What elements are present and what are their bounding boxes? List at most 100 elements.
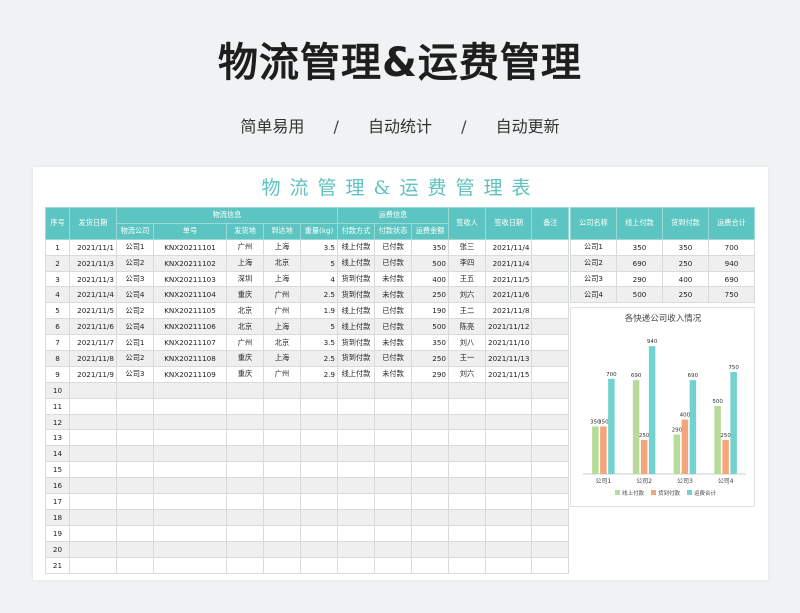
- empty-cell[interactable]: [263, 413, 301, 431]
- empty-cell[interactable]: [531, 556, 570, 574]
- cell-fee[interactable]: 250: [411, 350, 449, 367]
- cell-origin[interactable]: 重庆: [226, 350, 264, 367]
- empty-cell[interactable]: [448, 445, 486, 463]
- empty-cell[interactable]: [411, 461, 449, 479]
- empty-cell[interactable]: [300, 397, 338, 415]
- cell-fee[interactable]: 350: [411, 238, 449, 256]
- cell-seq[interactable]: 15: [45, 461, 70, 479]
- cell-pay-method[interactable]: 货到付款: [337, 286, 375, 304]
- empty-cell[interactable]: [116, 461, 154, 479]
- cell-order-no[interactable]: KNX20211107: [153, 334, 227, 352]
- empty-cell[interactable]: [69, 493, 117, 510]
- cell-weight[interactable]: 4: [300, 270, 338, 288]
- empty-cell[interactable]: [153, 445, 227, 463]
- empty-cell[interactable]: [531, 540, 570, 558]
- summary-company[interactable]: 公司3: [570, 270, 617, 288]
- cell-pay-status[interactable]: 已付款: [374, 350, 412, 367]
- empty-cell[interactable]: [448, 556, 486, 574]
- empty-cell[interactable]: [337, 397, 375, 415]
- cell-ship-date[interactable]: 2021/11/1: [69, 238, 117, 256]
- empty-cell[interactable]: [374, 524, 412, 542]
- empty-cell[interactable]: [226, 556, 264, 574]
- summary-company[interactable]: 公司1: [570, 238, 617, 256]
- empty-cell[interactable]: [153, 508, 227, 526]
- summary-total[interactable]: 700: [708, 238, 755, 256]
- empty-cell[interactable]: [153, 461, 227, 479]
- empty-cell[interactable]: [448, 381, 486, 399]
- cell-pay-status[interactable]: 未付款: [374, 365, 412, 383]
- summary-total[interactable]: 940: [708, 254, 755, 272]
- cell-remark[interactable]: [531, 350, 570, 367]
- cell-seq[interactable]: 13: [45, 429, 70, 447]
- empty-cell[interactable]: [263, 397, 301, 415]
- cell-ship-date[interactable]: 2021/11/4: [69, 286, 117, 304]
- empty-cell[interactable]: [116, 397, 154, 415]
- cell-pay-method[interactable]: 货到付款: [337, 270, 375, 288]
- empty-cell[interactable]: [69, 556, 117, 574]
- summary-online[interactable]: 690: [616, 254, 663, 272]
- summary-online[interactable]: 500: [616, 286, 663, 304]
- cell-origin[interactable]: 深圳: [226, 270, 264, 288]
- cell-remark[interactable]: [531, 334, 570, 352]
- empty-cell[interactable]: [448, 524, 486, 542]
- empty-cell[interactable]: [153, 540, 227, 558]
- cell-pay-status[interactable]: 已付款: [374, 302, 412, 320]
- cell-pay-status[interactable]: 未付款: [374, 286, 412, 304]
- cell-dest[interactable]: 广州: [263, 365, 301, 383]
- empty-cell[interactable]: [263, 540, 301, 558]
- empty-cell[interactable]: [116, 540, 154, 558]
- cell-ship-date[interactable]: 2021/11/9: [69, 365, 117, 383]
- empty-cell[interactable]: [263, 524, 301, 542]
- empty-cell[interactable]: [263, 493, 301, 510]
- cell-weight[interactable]: 2.5: [300, 286, 338, 304]
- empty-cell[interactable]: [69, 524, 117, 542]
- empty-cell[interactable]: [337, 381, 375, 399]
- empty-cell[interactable]: [69, 413, 117, 431]
- empty-cell[interactable]: [531, 397, 570, 415]
- empty-cell[interactable]: [374, 429, 412, 447]
- empty-cell[interactable]: [531, 381, 570, 399]
- cell-sign-date[interactable]: 2021/11/12: [484, 318, 533, 336]
- empty-cell[interactable]: [411, 524, 449, 542]
- empty-cell[interactable]: [374, 413, 412, 431]
- empty-cell[interactable]: [263, 381, 301, 399]
- cell-company[interactable]: 公司2: [116, 254, 154, 272]
- cell-dest[interactable]: 上海: [263, 350, 301, 367]
- empty-cell[interactable]: [484, 413, 533, 431]
- summary-company[interactable]: 公司2: [570, 254, 617, 272]
- cell-order-no[interactable]: KNX20211102: [153, 254, 227, 272]
- empty-cell[interactable]: [116, 524, 154, 542]
- cell-fee[interactable]: 250: [411, 286, 449, 304]
- empty-cell[interactable]: [300, 493, 338, 510]
- cell-company[interactable]: 公司3: [116, 270, 154, 288]
- summary-online[interactable]: 350: [616, 238, 663, 256]
- cell-order-no[interactable]: KNX20211104: [153, 286, 227, 304]
- cell-pay-method[interactable]: 线上付款: [337, 318, 375, 336]
- empty-cell[interactable]: [263, 445, 301, 463]
- empty-cell[interactable]: [300, 524, 338, 542]
- cell-remark[interactable]: [531, 302, 570, 320]
- cell-company[interactable]: 公司4: [116, 286, 154, 304]
- empty-cell[interactable]: [337, 461, 375, 479]
- empty-cell[interactable]: [374, 445, 412, 463]
- empty-cell[interactable]: [374, 508, 412, 526]
- cell-seq[interactable]: 11: [45, 397, 70, 415]
- cell-weight[interactable]: 3.5: [300, 334, 338, 352]
- cell-company[interactable]: 公司4: [116, 318, 154, 336]
- cell-origin[interactable]: 重庆: [226, 365, 264, 383]
- empty-cell[interactable]: [531, 461, 570, 479]
- empty-cell[interactable]: [226, 461, 264, 479]
- empty-cell[interactable]: [226, 477, 264, 495]
- cell-receiver[interactable]: 刘六: [448, 365, 486, 383]
- empty-cell[interactable]: [448, 477, 486, 495]
- empty-cell[interactable]: [153, 524, 227, 542]
- cell-ship-date[interactable]: 2021/11/8: [69, 350, 117, 367]
- cell-ship-date[interactable]: 2021/11/6: [69, 318, 117, 336]
- empty-cell[interactable]: [69, 381, 117, 399]
- cell-receiver[interactable]: 刘八: [448, 334, 486, 352]
- cell-company[interactable]: 公司3: [116, 365, 154, 383]
- empty-cell[interactable]: [69, 429, 117, 447]
- cell-weight[interactable]: 5: [300, 254, 338, 272]
- empty-cell[interactable]: [300, 445, 338, 463]
- cell-seq[interactable]: 8: [45, 350, 70, 367]
